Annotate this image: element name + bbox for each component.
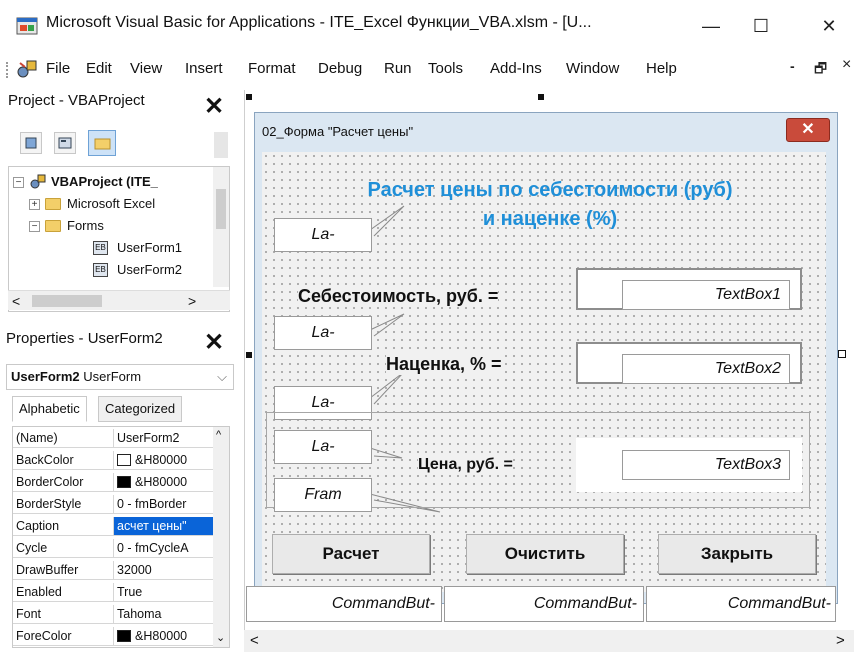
clear-button[interactable]: Очистить (466, 534, 624, 574)
menu-debug[interactable]: Debug (318, 60, 362, 77)
property-row[interactable]: Cycle 0 - fmCycleA (13, 539, 229, 558)
collapse-icon[interactable]: − (29, 221, 40, 232)
view-code-button[interactable] (20, 132, 42, 154)
tab-categorized[interactable]: Categorized (98, 396, 183, 422)
price-label[interactable]: Цена, руб. = (418, 456, 513, 474)
callout-label-cost: La- (274, 316, 372, 350)
menu-format[interactable]: Format (248, 60, 296, 77)
title-bar: Microsoft Visual Basic for Applications … (0, 0, 862, 52)
userform-icon: EB (93, 241, 108, 255)
menu-insert[interactable]: Insert (185, 60, 223, 77)
form-close-button[interactable]: ✕ (786, 118, 830, 142)
chevron-down-icon[interactable]: ⌵ (217, 365, 227, 389)
scroll-left-icon[interactable]: < (250, 632, 259, 649)
expand-icon[interactable]: + (29, 199, 40, 210)
properties-pane-close-button[interactable]: ✕ (202, 331, 226, 356)
resize-handle[interactable] (538, 94, 544, 100)
maximize-button[interactable]: ☐ (738, 8, 784, 44)
property-row[interactable]: Font Tahoma (13, 605, 229, 624)
designer-horizontal-scrollbar[interactable]: < > (244, 630, 854, 652)
properties-pane-title: Properties - UserForm2 (6, 330, 163, 347)
resize-handle[interactable] (838, 350, 846, 358)
scroll-down-icon[interactable]: ⌄ (216, 631, 225, 644)
menu-run[interactable]: Run (384, 60, 412, 77)
view-object-button[interactable] (54, 132, 76, 154)
folder-icon (94, 138, 111, 150)
toggle-folders-button[interactable] (88, 130, 116, 156)
close-form-button[interactable]: Закрыть (658, 534, 816, 574)
callout-label-price: La- (274, 430, 372, 464)
property-row[interactable]: BorderColor &H80000 (13, 473, 229, 492)
textbox3-callout: TextBox3 (622, 450, 790, 480)
vba-app-icon (16, 17, 38, 35)
minimize-button[interactable]: — (688, 8, 734, 44)
view-code-icon (25, 137, 37, 149)
callout-label-heading: La- (274, 218, 372, 252)
property-row[interactable]: ForeColor &H80000 (13, 627, 229, 646)
cost-label[interactable]: Себестоимость, руб. = (298, 286, 499, 307)
scroll-thumb[interactable] (216, 189, 226, 229)
callout-commandbutton-close: CommandBut- (646, 586, 836, 622)
scroll-left-icon[interactable]: < (12, 293, 20, 309)
close-window-button[interactable]: ✕ (806, 8, 852, 44)
view-object-icon (58, 137, 72, 149)
callout-commandbutton-clear: CommandBut- (444, 586, 644, 622)
mdi-minimize-button[interactable]: - (790, 58, 795, 74)
project-pane-close-button[interactable]: ✕ (202, 95, 226, 120)
markup-label[interactable]: Наценка, % = (386, 354, 502, 375)
mdi-close-button[interactable]: × (842, 56, 851, 74)
menu-tools[interactable]: Tools (428, 60, 463, 77)
menu-bar: File Edit View Insert Format Debug Run T… (0, 54, 862, 84)
scroll-thumb[interactable] (32, 295, 102, 307)
object-selector[interactable]: UserForm2 UserForm ⌵ (6, 364, 234, 390)
textbox2-callout: TextBox2 (622, 354, 790, 384)
userform-icon: EB (93, 263, 108, 277)
mdi-restore-button[interactable]: 🗗 (814, 58, 827, 82)
form-heading-label[interactable]: Расчет цены по себестоимости (руб) и нац… (300, 176, 800, 234)
tree-horizontal-scrollbar[interactable]: < > (8, 290, 230, 310)
calculate-button[interactable]: Расчет (272, 534, 430, 574)
window-title: Microsoft Visual Basic for Applications … (46, 14, 592, 31)
menu-window[interactable]: Window (566, 60, 619, 77)
callout-commandbutton-calc: CommandBut- (246, 586, 442, 622)
open-folder-icon (45, 220, 61, 232)
property-row[interactable]: Enabled True (13, 583, 229, 602)
menu-file[interactable]: File (46, 60, 70, 77)
project-pane-title: Project - VBAProject (8, 92, 145, 109)
color-swatch (117, 476, 131, 488)
vba-project-icon[interactable] (16, 58, 38, 80)
properties-scrollbar[interactable]: ^ ⌄ (213, 427, 229, 647)
callout-frame: Fram (274, 478, 372, 512)
property-row[interactable]: BackColor &H80000 (13, 451, 229, 470)
menu-edit[interactable]: Edit (86, 60, 112, 77)
property-row[interactable]: DrawBuffer 32000 (13, 561, 229, 580)
scroll-up-icon[interactable]: ^ (216, 429, 221, 441)
vbaproject-icon (30, 174, 46, 189)
menu-help[interactable]: Help (646, 60, 677, 77)
scroll-right-icon[interactable]: > (836, 632, 845, 649)
form-caption: 02_Форма "Расчет цены" (262, 124, 414, 139)
property-row[interactable]: (Name) UserForm2 (13, 429, 229, 448)
color-swatch (117, 454, 131, 466)
toolbar-grip[interactable] (6, 62, 9, 78)
project-toolbar-scroll[interactable] (214, 132, 228, 158)
scroll-right-icon[interactable]: > (188, 293, 196, 309)
tab-alphabetic[interactable]: Alphabetic (12, 396, 87, 422)
menu-view[interactable]: View (130, 60, 162, 77)
property-row-selected[interactable]: Caption асчет цены" (13, 517, 229, 536)
menu-add-ins[interactable]: Add-Ins (490, 60, 542, 77)
folder-icon (45, 198, 61, 210)
color-swatch (117, 630, 131, 642)
resize-handle[interactable] (246, 352, 252, 358)
textbox1-callout: TextBox1 (622, 280, 790, 310)
properties-grid: (Name) UserForm2 BackColor &H80000 BorderC… (12, 426, 230, 648)
tree-vertical-scrollbar[interactable] (213, 167, 229, 287)
property-row[interactable]: BorderStyle 0 - fmBorder (13, 495, 229, 514)
collapse-icon[interactable]: − (13, 177, 24, 188)
resize-handle[interactable] (246, 94, 252, 100)
